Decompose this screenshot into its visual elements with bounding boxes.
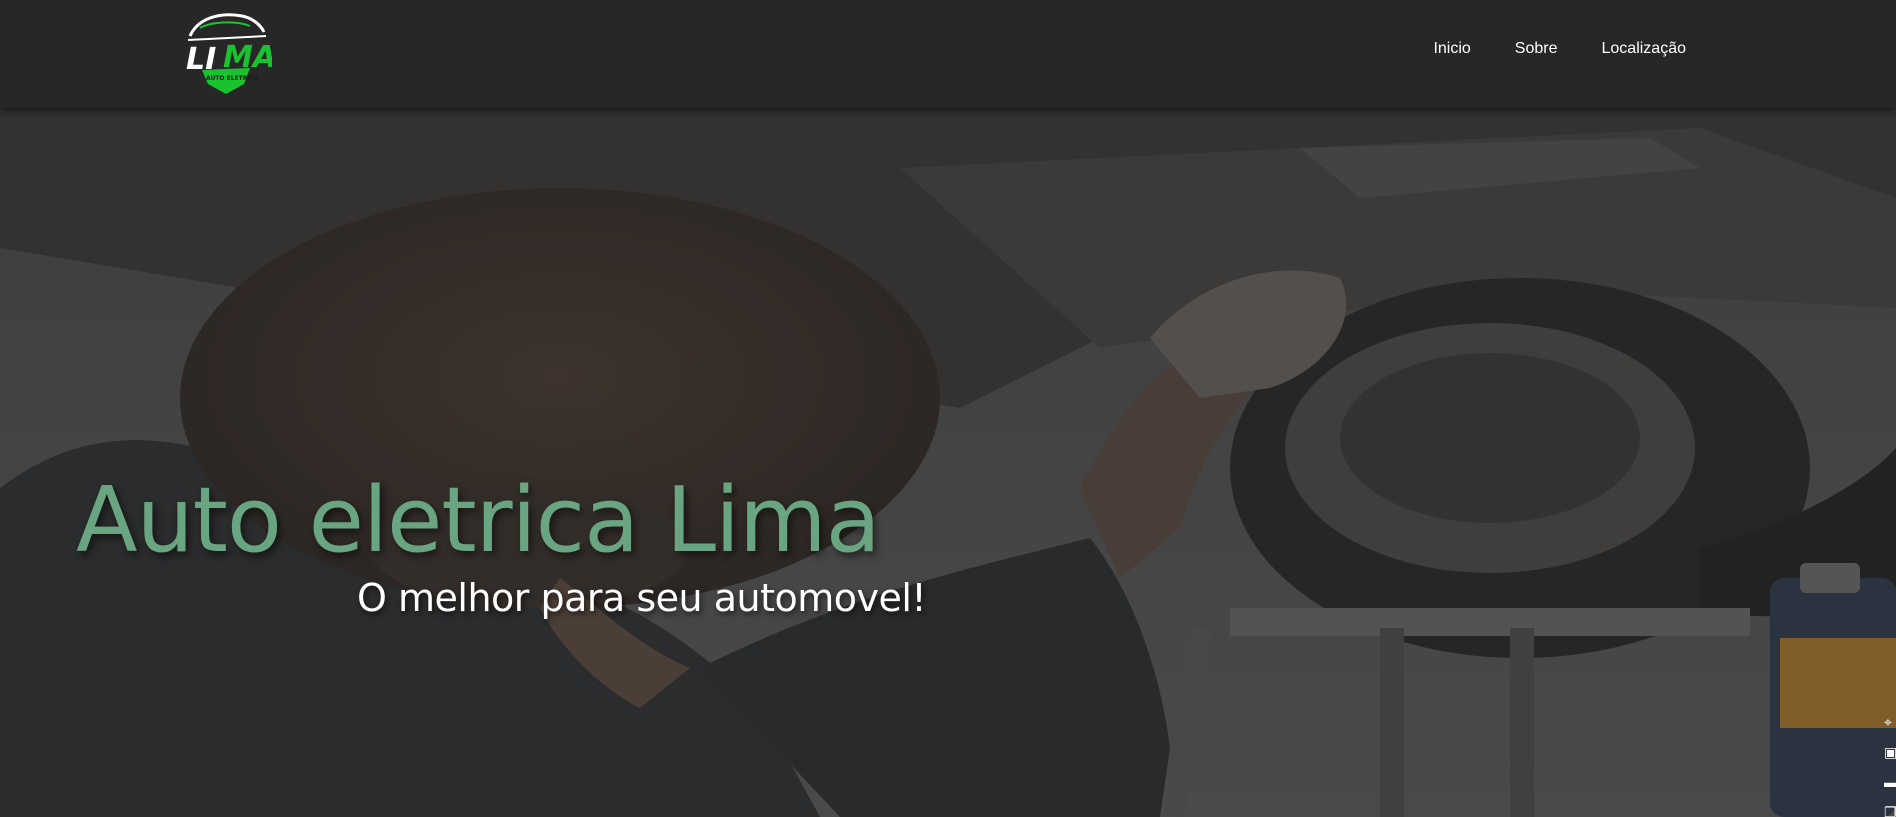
logo-text-right: MA [223, 40, 272, 75]
car-logo-icon: LI MA AUTO ELETRICA [186, 13, 272, 94]
message-icon[interactable]: ▬ [1884, 774, 1896, 790]
brand-logo[interactable]: LI MA AUTO ELETRICA [180, 6, 272, 96]
nav-link-sobre[interactable]: Sobre [1515, 40, 1558, 58]
page: LI MA AUTO ELETRICA Inicio Sobre Localiz… [0, 0, 1896, 817]
pin-icon[interactable]: ⌖ [1884, 714, 1896, 730]
hero-title: Auto eletrica Lima [76, 468, 881, 573]
hero-dark-overlay [0, 108, 1896, 817]
logo-tagline: AUTO ELETRICA [206, 75, 259, 82]
copy-icon[interactable]: ❐ [1884, 804, 1896, 817]
main-nav: Inicio Sobre Localização [1433, 40, 1686, 58]
hero-subtitle: O melhor para seu automovel! [357, 576, 927, 620]
logo-text-left: LI [186, 42, 216, 77]
side-toolbar: ⌖ ▣ ▬ ❐ ✦ [1884, 714, 1896, 817]
hero-section: Auto eletrica Lima O melhor para seu aut… [0, 108, 1896, 817]
nav-link-localizacao[interactable]: Localização [1602, 40, 1687, 58]
nav-link-inicio[interactable]: Inicio [1433, 40, 1470, 58]
navbar: LI MA AUTO ELETRICA Inicio Sobre Localiz… [0, 0, 1896, 108]
camera-icon[interactable]: ▣ [1884, 744, 1896, 760]
